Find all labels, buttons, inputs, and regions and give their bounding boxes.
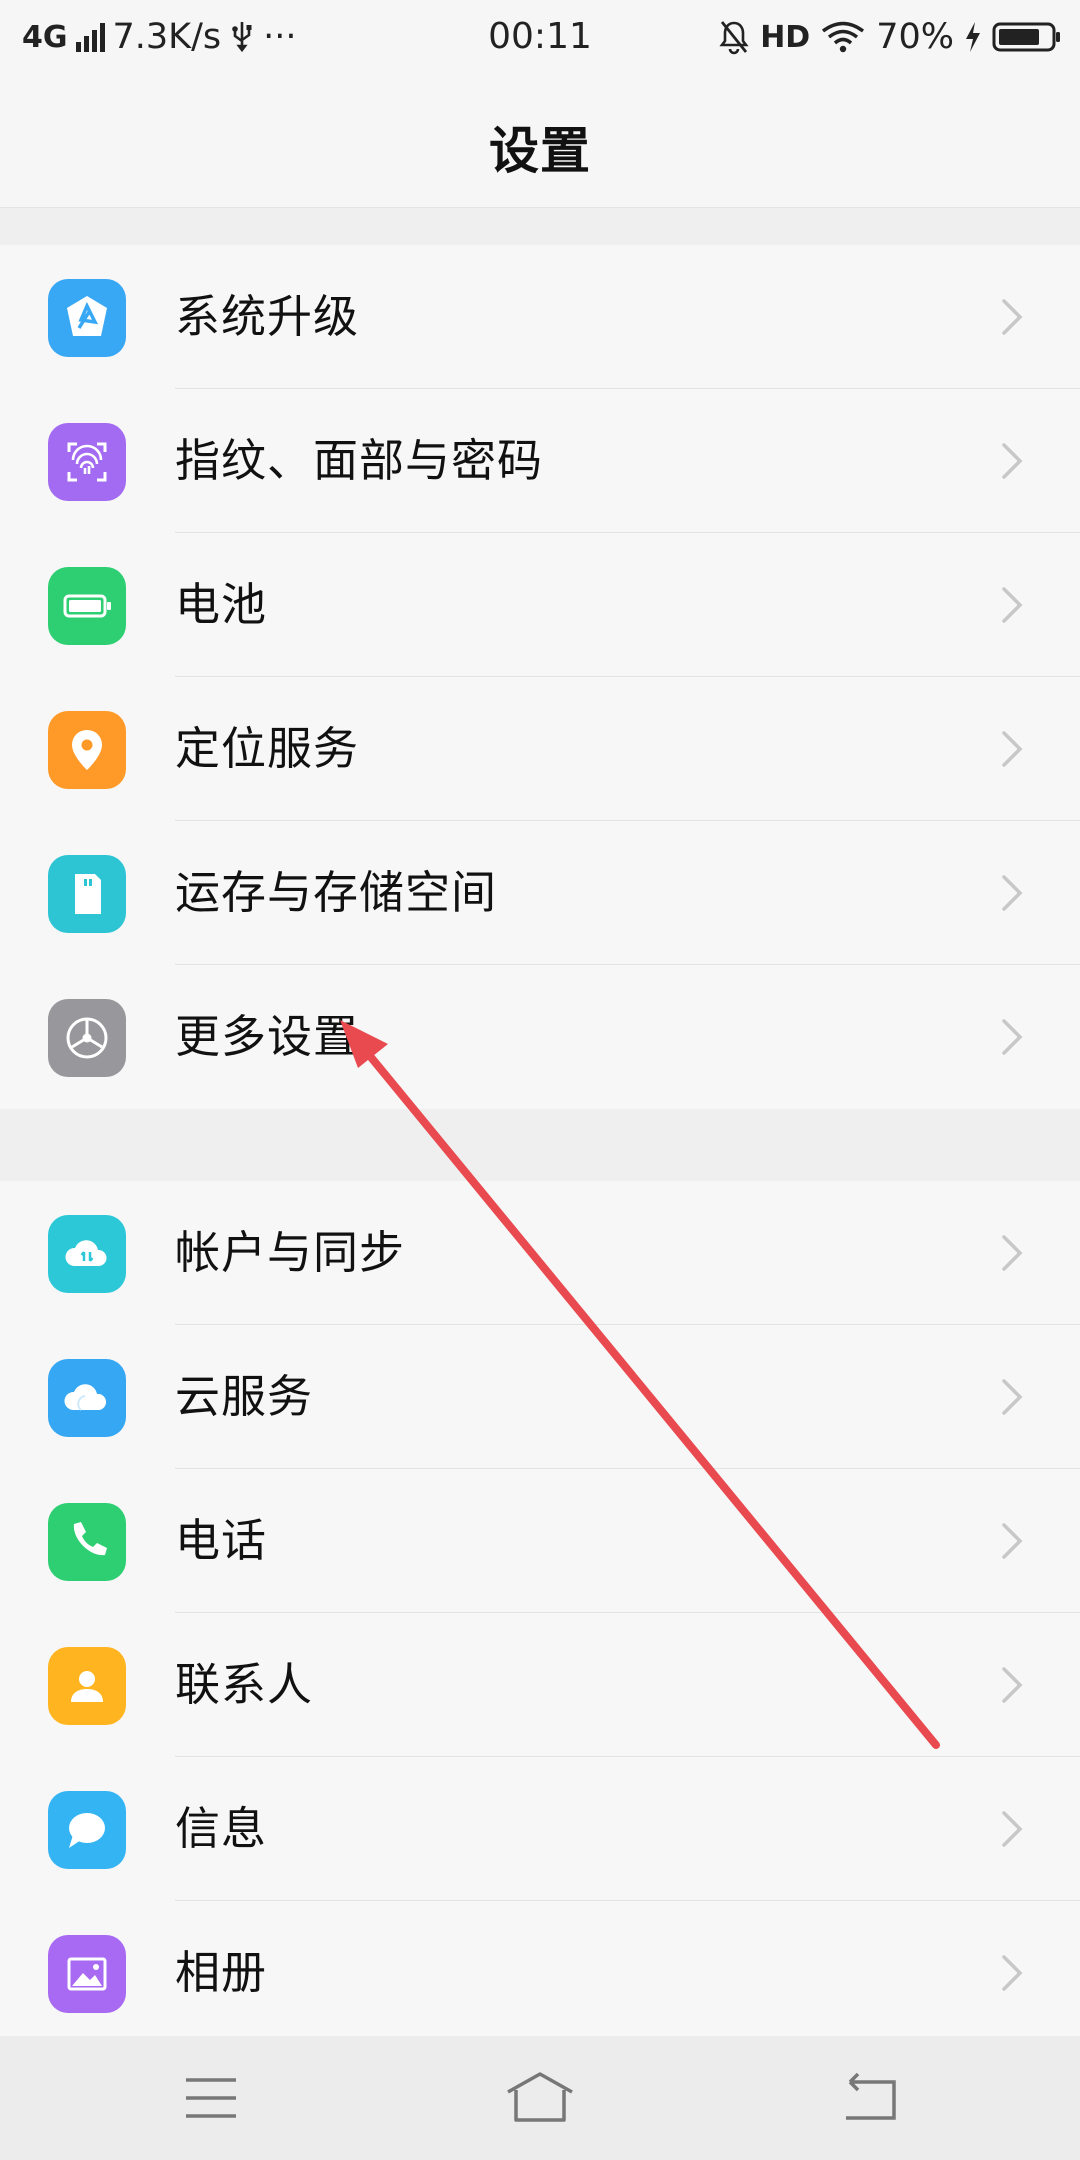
settings-item-photos[interactable]: 相册	[0, 1901, 1080, 2045]
settings-item-battery[interactable]: 电池	[0, 533, 1080, 677]
chevron-right-icon	[1002, 1811, 1023, 1847]
hd-badge: HD	[760, 19, 811, 55]
chevron-right-icon	[1002, 875, 1023, 911]
settings-group-apps: 帐户与同步 云服务 电话 联系人 信息 相册	[0, 1181, 1080, 2036]
chevron-right-icon	[1002, 1667, 1023, 1703]
settings-item-storage[interactable]: 运存与存储空间	[0, 821, 1080, 965]
settings-item-phone[interactable]: 电话	[0, 1469, 1080, 1613]
settings-item-messages[interactable]: 信息	[0, 1757, 1080, 1901]
settings-item-label: 更多设置	[175, 1010, 360, 1063]
charging-icon	[966, 22, 980, 52]
contact-icon	[48, 1647, 126, 1725]
home-icon[interactable]	[500, 2066, 580, 2130]
section-gap	[0, 208, 1080, 245]
settings-item-contacts[interactable]: 联系人	[0, 1613, 1080, 1757]
settings-item-label: 相册	[175, 1946, 268, 1999]
section-gap	[0, 1109, 1080, 1181]
settings-item-accounts-sync[interactable]: 帐户与同步	[0, 1181, 1080, 1325]
chevron-right-icon	[1002, 1235, 1023, 1271]
menu-icon[interactable]	[172, 2066, 252, 2130]
message-icon	[48, 1791, 126, 1869]
status-bar: 4G 7.3K/s ··· 00:11 HD 70%	[0, 0, 1080, 75]
settings-item-label: 电池	[175, 578, 268, 631]
fingerprint-icon	[48, 423, 126, 501]
battery-status-icon	[992, 22, 1060, 52]
location-pin-icon	[48, 711, 126, 789]
chevron-right-icon	[1002, 587, 1023, 623]
settings-item-label: 帐户与同步	[175, 1226, 406, 1279]
sd-card-icon	[48, 855, 126, 933]
settings-group-device: 系统升级 指纹、面部与密码 电池 定位服务 运存与存储空间 更多设置	[0, 245, 1080, 1109]
system-update-icon	[48, 279, 126, 357]
settings-item-cloud-service[interactable]: 云服务	[0, 1325, 1080, 1469]
battery-icon	[48, 567, 126, 645]
page-title: 设置	[489, 122, 591, 180]
settings-item-system-update[interactable]: 系统升级	[0, 245, 1080, 389]
gear-icon	[48, 999, 126, 1077]
page-header: 设置	[0, 75, 1080, 208]
status-right: HD 70%	[718, 12, 1062, 62]
settings-item-label: 系统升级	[175, 290, 360, 343]
settings-item-fingerprint[interactable]: 指纹、面部与密码	[0, 389, 1080, 533]
phone-icon	[48, 1503, 126, 1581]
cloud-icon	[48, 1359, 126, 1437]
settings-item-label: 联系人	[175, 1658, 314, 1711]
photo-album-icon	[48, 1935, 126, 2013]
chevron-right-icon	[1002, 1379, 1023, 1415]
chevron-right-icon	[1002, 1523, 1023, 1559]
battery-percent: 70%	[876, 17, 954, 57]
settings-item-label: 云服务	[175, 1370, 314, 1423]
settings-item-label: 运存与存储空间	[175, 866, 498, 919]
chevron-right-icon	[1002, 443, 1023, 479]
navigation-bar	[0, 2036, 1080, 2160]
bell-off-icon	[719, 21, 749, 55]
wifi-icon	[822, 21, 865, 53]
chevron-right-icon	[1002, 1955, 1023, 1991]
settings-item-label: 电话	[175, 1514, 268, 1567]
settings-item-location[interactable]: 定位服务	[0, 677, 1080, 821]
settings-item-more-settings[interactable]: 更多设置	[0, 965, 1080, 1109]
chevron-right-icon	[1002, 299, 1023, 335]
back-icon[interactable]	[830, 2066, 910, 2130]
settings-item-label: 定位服务	[175, 722, 360, 775]
settings-item-label: 指纹、面部与密码	[175, 434, 544, 487]
chevron-right-icon	[1002, 731, 1023, 767]
cloud-sync-icon	[48, 1215, 126, 1293]
chevron-right-icon	[1002, 1019, 1023, 1055]
settings-item-label: 信息	[175, 1802, 268, 1855]
